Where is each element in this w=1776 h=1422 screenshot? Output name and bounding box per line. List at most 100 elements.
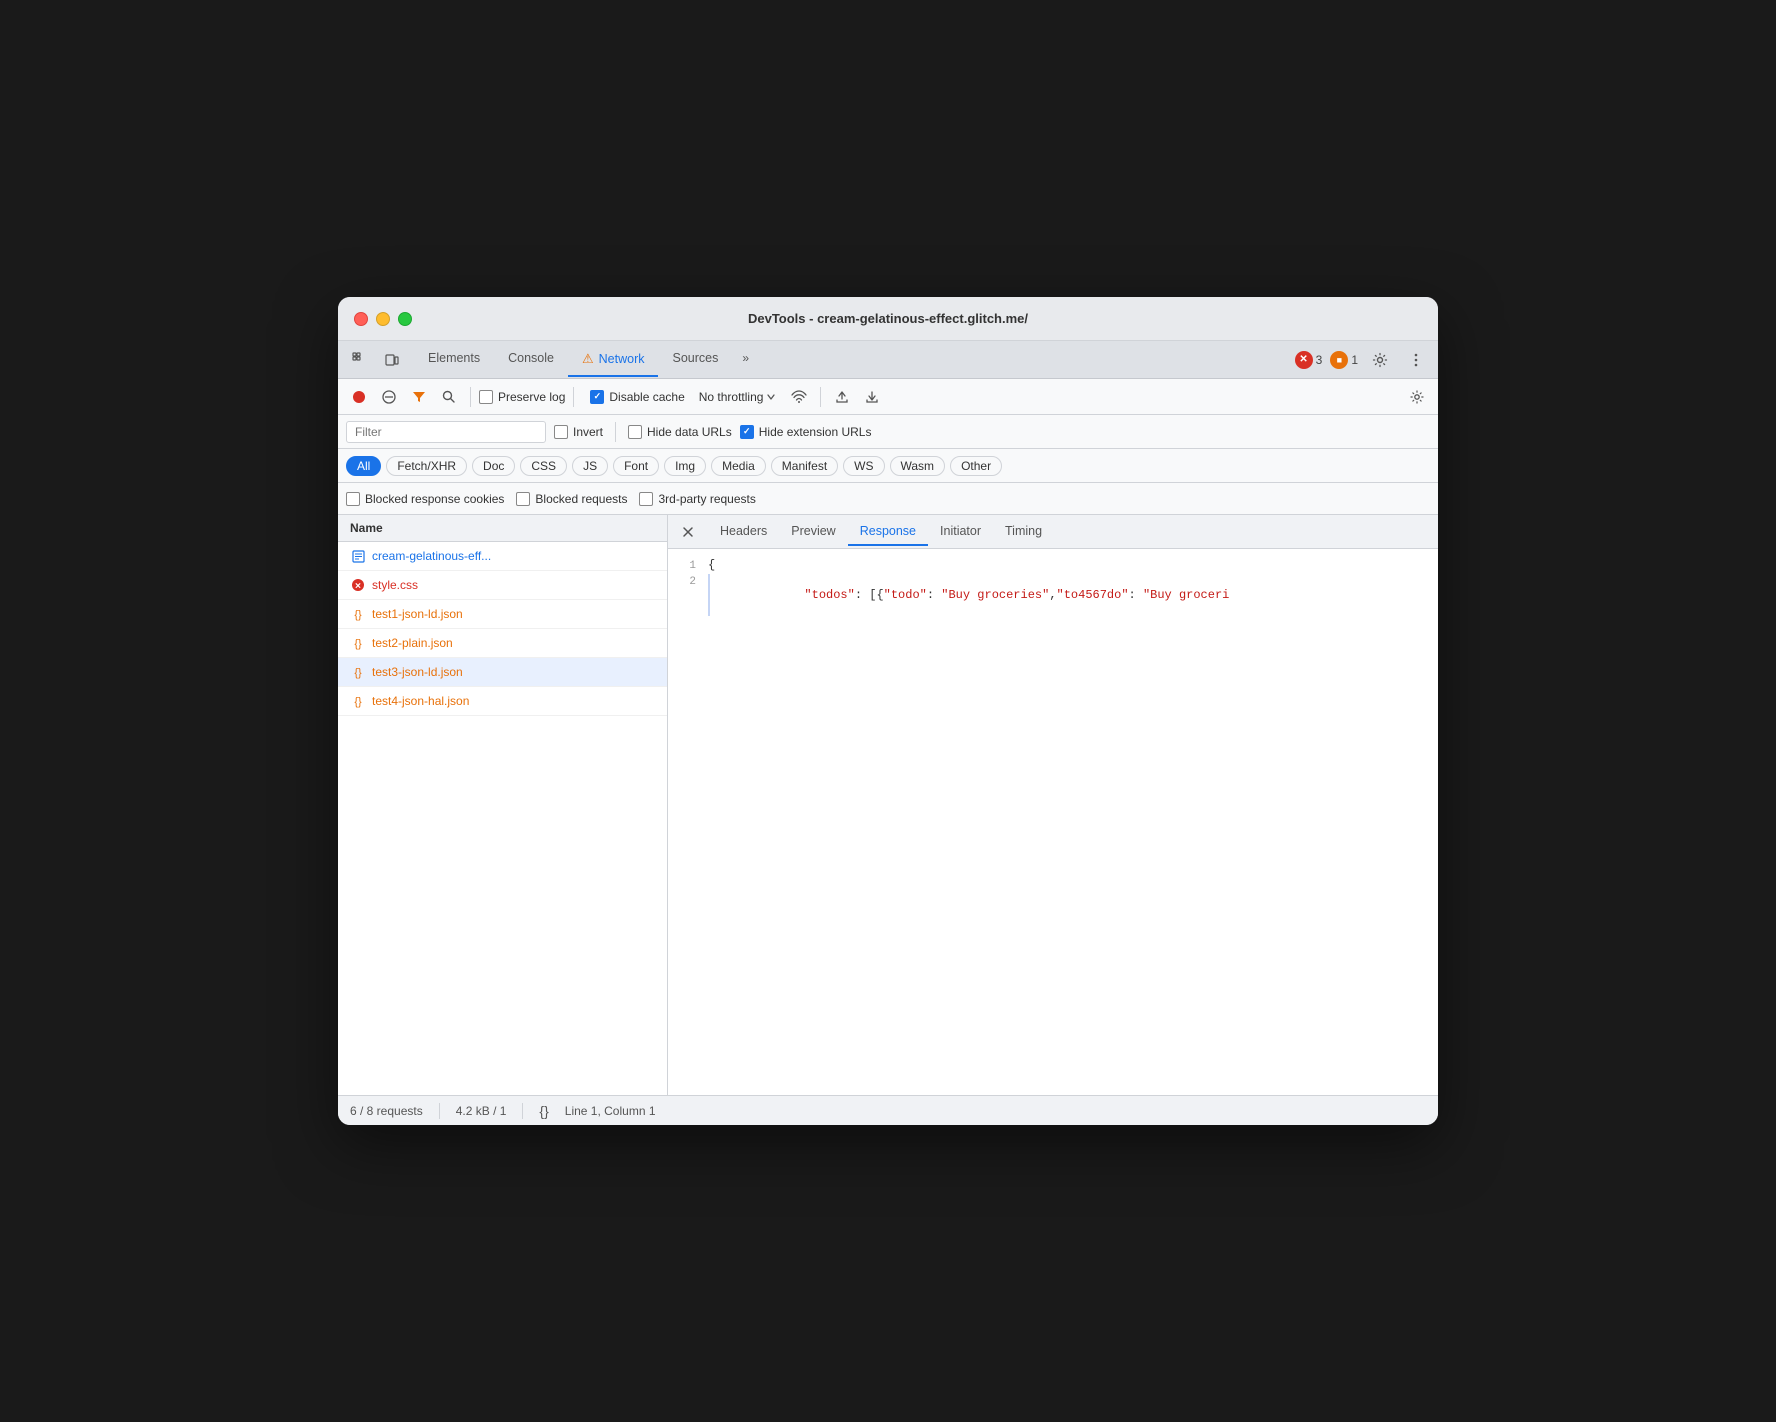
tab-network[interactable]: ⚠ Network — [568, 343, 659, 377]
tab-timing[interactable]: Timing — [993, 518, 1054, 546]
type-font-button[interactable]: Font — [613, 456, 659, 476]
settings-button[interactable] — [1366, 346, 1394, 374]
record-icon — [352, 390, 366, 404]
network-toolbar: Preserve log Disable cache No throttling — [338, 379, 1438, 415]
hide-ext-label[interactable]: Hide extension URLs — [740, 425, 872, 439]
inspect-icon-button[interactable] — [346, 346, 374, 374]
code-text: "todos": [{"todo": "Buy groceries","to45… — [718, 574, 1229, 616]
json-icon: {} — [350, 693, 366, 709]
type-js-button[interactable]: JS — [572, 456, 608, 476]
type-other-button[interactable]: Other — [950, 456, 1002, 476]
wifi-icon-button[interactable] — [786, 384, 812, 410]
tab-elements[interactable]: Elements — [414, 343, 494, 377]
device-icon-button[interactable] — [378, 346, 406, 374]
type-manifest-button[interactable]: Manifest — [771, 456, 838, 476]
disable-cache-checkbox[interactable] — [590, 390, 604, 404]
file-name: test4-json-hal.json — [372, 694, 469, 708]
status-bar: 6 / 8 requests 4.2 kB / 1 {} Line 1, Col… — [338, 1095, 1438, 1125]
chevron-down-icon — [766, 392, 776, 402]
window-title: DevTools - cream-gelatinous-effect.glitc… — [748, 311, 1028, 326]
line-number: 2 — [668, 576, 708, 588]
type-fetch-xhr-button[interactable]: Fetch/XHR — [386, 456, 467, 476]
inspect-icon — [352, 352, 368, 368]
list-item[interactable]: ✕ style.css — [338, 571, 667, 600]
file-list-header: Name — [338, 515, 667, 542]
hide-data-label[interactable]: Hide data URLs — [628, 425, 732, 439]
status-separator-2 — [522, 1103, 523, 1119]
type-all-button[interactable]: All — [346, 456, 381, 476]
blocked-requests-checkbox[interactable] — [516, 492, 530, 506]
doc-icon — [350, 548, 366, 564]
type-img-button[interactable]: Img — [664, 456, 706, 476]
hide-ext-checkbox[interactable] — [740, 425, 754, 439]
tab-sources[interactable]: Sources — [658, 343, 732, 377]
stop-recording-button[interactable] — [346, 384, 372, 410]
blocked-requests-label[interactable]: Blocked requests — [516, 492, 627, 506]
tab-response[interactable]: Response — [848, 518, 928, 546]
tab-headers[interactable]: Headers — [708, 518, 779, 546]
filter-input[interactable] — [346, 421, 546, 443]
list-item[interactable]: {} test2-plain.json — [338, 629, 667, 658]
blocked-cookies-label[interactable]: Blocked response cookies — [346, 492, 504, 506]
file-name: test2-plain.json — [372, 636, 453, 650]
blocked-cookies-checkbox[interactable] — [346, 492, 360, 506]
more-tabs-button[interactable]: » — [732, 343, 759, 377]
type-wasm-button[interactable]: Wasm — [890, 456, 946, 476]
svg-text:{}: {} — [354, 667, 362, 679]
import-button[interactable] — [829, 384, 855, 410]
main-content: Name cream-gelatinous-eff... — [338, 515, 1438, 1095]
line-number: 1 — [668, 560, 708, 572]
list-item[interactable]: {} test3-json-ld.json — [338, 658, 667, 687]
filter-icon — [412, 390, 426, 404]
filter-bar: Invert Hide data URLs Hide extension URL… — [338, 415, 1438, 449]
throttle-select[interactable]: No throttling — [693, 388, 783, 406]
error-icon: ✕ — [350, 577, 366, 593]
type-doc-button[interactable]: Doc — [472, 456, 515, 476]
third-party-label[interactable]: 3rd-party requests — [639, 492, 755, 506]
list-item[interactable]: {} test4-json-hal.json — [338, 687, 667, 716]
preserve-log-label[interactable]: Preserve log — [479, 390, 565, 404]
close-panel-button[interactable] — [676, 520, 700, 544]
response-tabs: Headers Preview Response Initiator Timin… — [668, 515, 1438, 549]
download-icon — [865, 390, 879, 404]
type-media-button[interactable]: Media — [711, 456, 766, 476]
invert-checkbox[interactable] — [554, 425, 568, 439]
filter-button[interactable] — [406, 384, 432, 410]
network-settings-button[interactable] — [1404, 384, 1430, 410]
toolbar-right — [1404, 384, 1430, 410]
tab-preview[interactable]: Preview — [779, 518, 847, 546]
tab-console[interactable]: Console — [494, 343, 568, 377]
third-party-checkbox[interactable] — [639, 492, 653, 506]
status-separator-1 — [439, 1103, 440, 1119]
svg-text:✕: ✕ — [355, 582, 362, 591]
close-window-button[interactable] — [354, 312, 368, 326]
minimize-window-button[interactable] — [376, 312, 390, 326]
more-options-button[interactable] — [1402, 346, 1430, 374]
type-css-button[interactable]: CSS — [520, 456, 567, 476]
export-button[interactable] — [859, 384, 885, 410]
file-list: Name cream-gelatinous-eff... — [338, 515, 668, 1095]
format-icon[interactable]: {} — [539, 1103, 548, 1119]
clear-button[interactable] — [376, 384, 402, 410]
file-name: style.css — [372, 578, 418, 592]
svg-text:{}: {} — [354, 696, 362, 708]
search-button[interactable] — [436, 384, 462, 410]
type-filters: All Fetch/XHR Doc CSS JS Font Img Media … — [338, 449, 1438, 483]
tab-initiator[interactable]: Initiator — [928, 518, 993, 546]
tab-icons — [346, 346, 406, 374]
maximize-window-button[interactable] — [398, 312, 412, 326]
warning-icon: ■ — [1330, 351, 1348, 369]
filter-sep-1 — [615, 422, 616, 442]
more-dots-icon — [1408, 352, 1424, 368]
hide-data-checkbox[interactable] — [628, 425, 642, 439]
extra-filters: Blocked response cookies Blocked request… — [338, 483, 1438, 515]
type-ws-button[interactable]: WS — [843, 456, 884, 476]
list-item[interactable]: {} test1-json-ld.json — [338, 600, 667, 629]
preserve-log-checkbox[interactable] — [479, 390, 493, 404]
list-item[interactable]: cream-gelatinous-eff... — [338, 542, 667, 571]
device-icon — [384, 352, 400, 368]
file-name: test3-json-ld.json — [372, 665, 463, 679]
warning-count: 1 — [1351, 353, 1358, 367]
disable-cache-label[interactable]: Disable cache — [590, 390, 684, 404]
invert-label[interactable]: Invert — [554, 425, 603, 439]
